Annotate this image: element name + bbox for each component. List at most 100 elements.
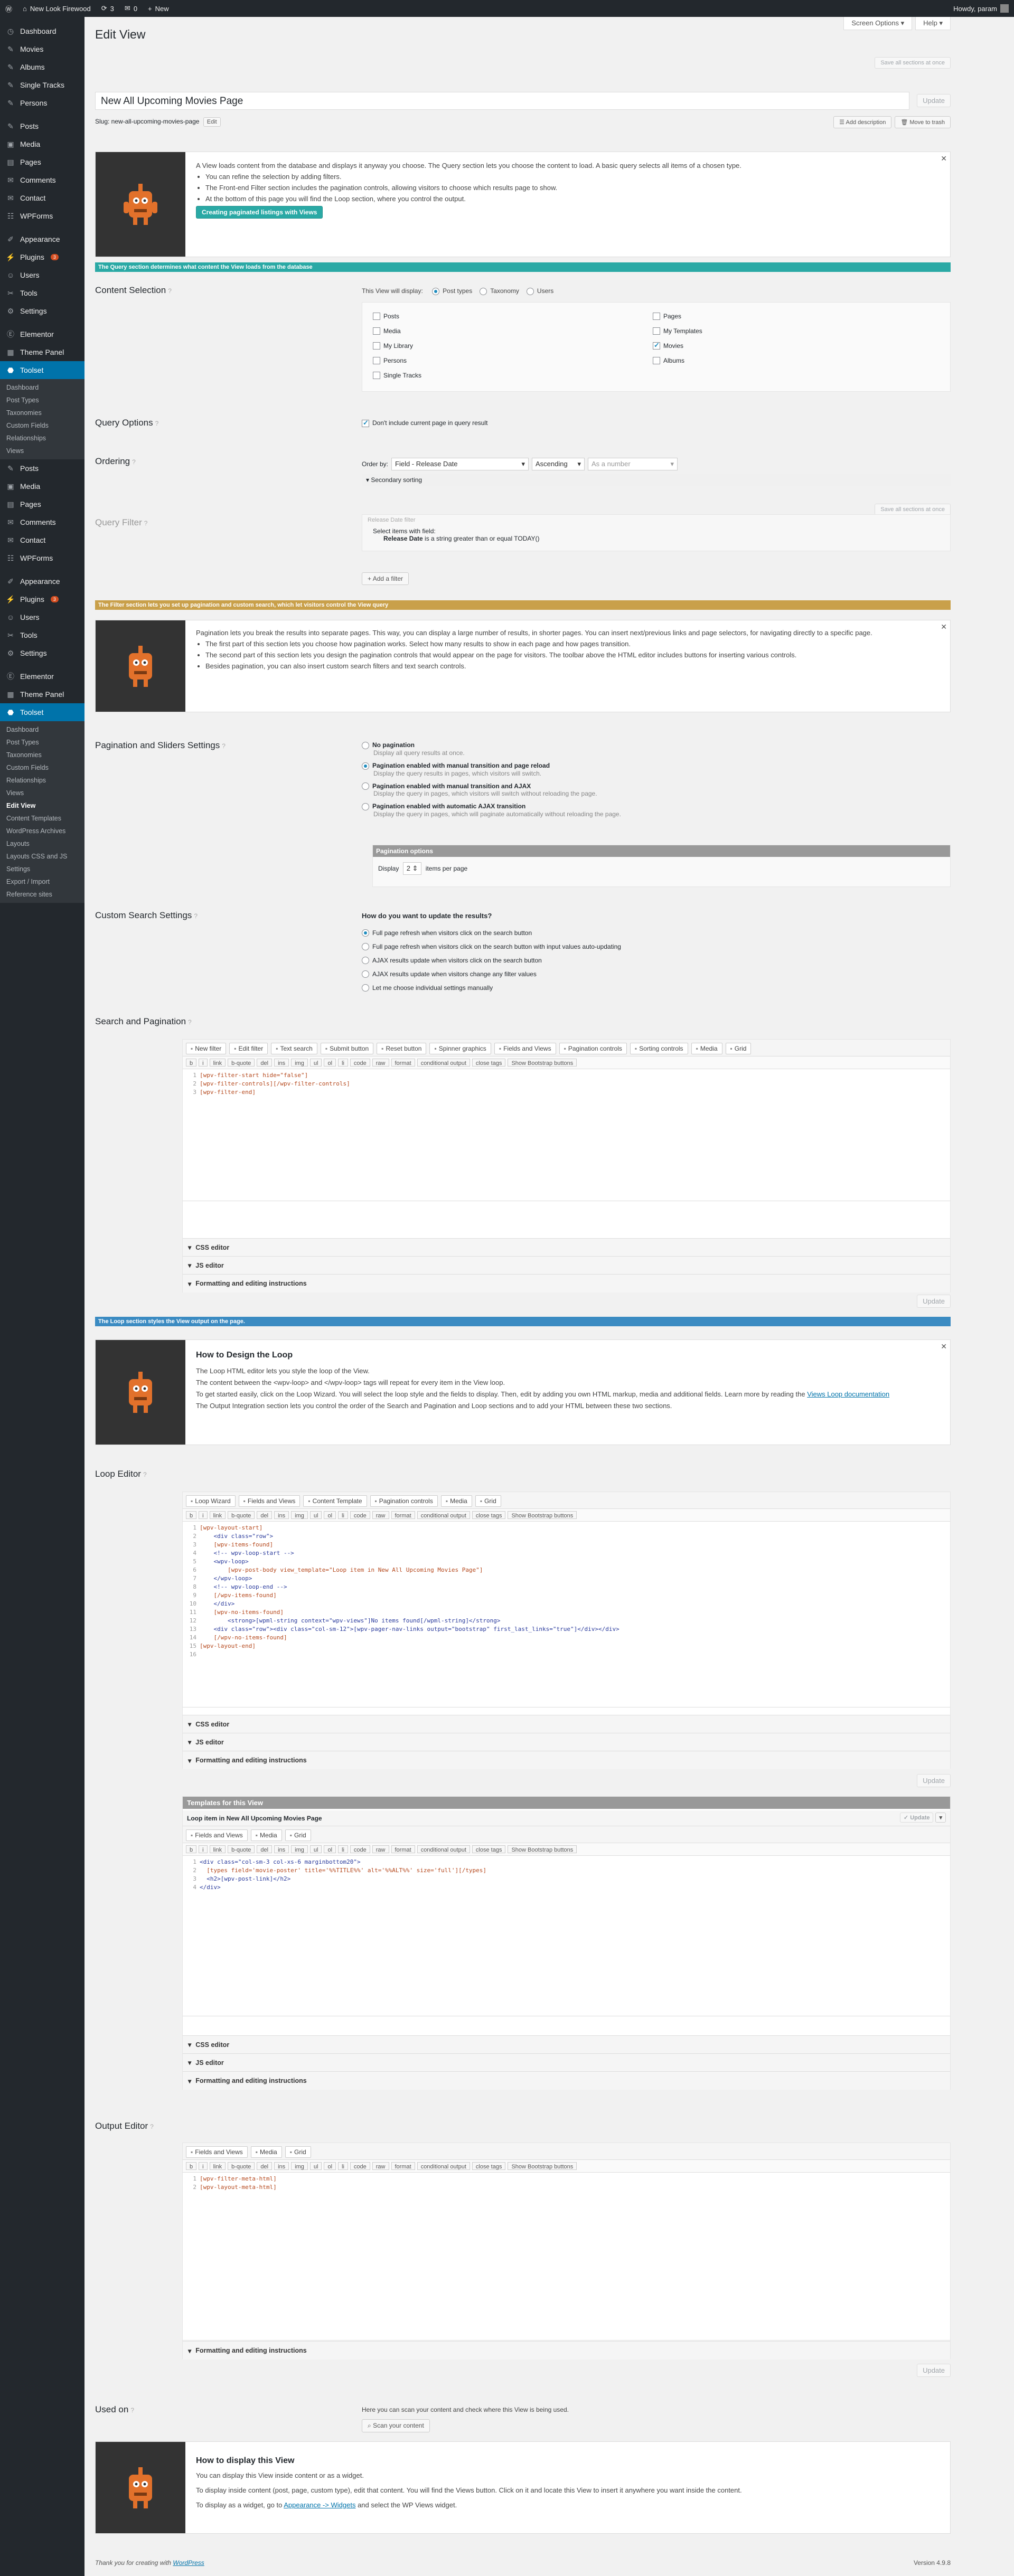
quicktag-button[interactable]: ol [324,1511,336,1519]
quicktag-button[interactable]: li [338,1511,348,1519]
quicktag-button[interactable]: close tags [472,1511,506,1519]
menu-item-posts[interactable]: ✎ Posts [0,459,84,477]
quicktag-button[interactable]: raw [372,1511,389,1519]
save-all-button[interactable]: Save all sections at once [875,57,951,69]
js-editor-toggle[interactable]: ▾ JS editor [183,1733,950,1751]
toolbar-button-content-template[interactable]: ▪ Content Template [303,1495,367,1507]
quicktag-button[interactable]: ol [324,2162,336,2170]
search-update-option[interactable]: Let me choose individual settings manual… [362,981,621,995]
toolbar-button-fields-and-views[interactable]: ▪ Fields and Views [186,1829,248,1841]
toolbar-button-grid[interactable]: ▪ Grid [725,1043,752,1054]
post-type-checkbox[interactable]: Movies [653,338,702,353]
search-update-option[interactable]: Full page refresh when visitors click on… [362,940,621,954]
submenu-item-taxonomies[interactable]: Taxonomies [0,749,84,761]
submenu-item-layouts-css-and-js[interactable]: Layouts CSS and JS [0,850,84,863]
quicktag-button[interactable]: conditional output [417,1059,470,1067]
menu-item-theme-panel[interactable]: ▦ Theme Panel [0,685,84,703]
quicktag-button[interactable]: close tags [472,1059,506,1067]
filter-html-editor[interactable]: 1 [wpv-filter-start hide="false"] 2 [wpv-fi… [183,1069,950,1201]
close-icon[interactable]: ✕ [941,154,947,163]
menu-item-contact[interactable]: ✉ Contact [0,531,84,549]
quicktag-button[interactable]: raw [372,2162,389,2170]
help-button[interactable]: Help ▾ [915,17,951,30]
filter-update-button[interactable]: Update [917,1295,951,1308]
view-title-input[interactable]: New All Upcoming Movies Page [95,92,909,110]
toolbar-button-spinner-graphics[interactable]: ▪ Spinner graphics [429,1043,491,1054]
add-description-button[interactable]: ☰ Add description [833,116,892,128]
quicktag-button[interactable]: link [209,1511,226,1519]
formatting-toggle[interactable]: ▾ Formatting and editing instructions [183,2071,950,2090]
quicktag-button[interactable]: i [199,1511,208,1519]
menu-item-media[interactable]: ▣ Media [0,135,84,153]
close-icon[interactable]: ✕ [941,1342,947,1351]
menu-item-theme-panel[interactable]: ▦ Theme Panel [0,343,84,361]
quicktag-button[interactable]: b-quote [228,1511,255,1519]
toolbar-button-grid[interactable]: ▪ Grid [285,2146,311,2158]
widgets-link[interactable]: Appearance -> Widgets [284,2501,355,2509]
quicktag-button[interactable]: ins [274,1845,289,1853]
menu-item-pages[interactable]: ▤ Pages [0,153,84,171]
submenu-item-dashboard[interactable]: Dashboard [0,381,84,394]
formatting-toggle[interactable]: ▾ Formatting and editing instructions [183,1274,950,1292]
quicktag-button[interactable]: format [391,2162,415,2170]
quicktag-button[interactable]: b [186,1059,197,1067]
quicktag-button[interactable]: code [350,1511,370,1519]
toolbar-button-sorting-controls[interactable]: ▪ Sorting controls [630,1043,688,1054]
output-update-button[interactable]: Update [917,2364,951,2377]
quicktag-button[interactable]: Show Bootstrap buttons [508,1511,577,1519]
quicktag-button[interactable]: link [209,2162,226,2170]
toolbar-button-submit-button[interactable]: ▪ Submit button [320,1043,374,1054]
toolbar-button-pagination-controls[interactable]: ▪ Pagination controls [370,1495,438,1507]
submenu-item-dashboard[interactable]: Dashboard [0,723,84,736]
menu-item-comments[interactable]: ✉ Comments [0,171,84,189]
toolbar-button-grid[interactable]: ▪ Grid [475,1495,501,1507]
items-per-page-select[interactable]: 2 ⇕ [402,862,422,875]
toolbar-button-media[interactable]: ▪ Media [250,2146,282,2158]
quicktag-button[interactable]: ins [274,2162,289,2170]
mode-radio-post-types[interactable]: Post types [432,287,472,295]
toolbar-button-media[interactable]: ▪ Media [440,1495,472,1507]
quicktag-button[interactable]: b-quote [228,1845,255,1853]
css-editor-toggle[interactable]: ▾ CSS editor [183,1715,950,1733]
menu-item-media[interactable]: ▣ Media [0,477,84,495]
quicktag-button[interactable]: Show Bootstrap buttons [508,1059,577,1067]
post-type-checkbox[interactable]: Posts [373,309,421,324]
quicktag-button[interactable]: Show Bootstrap buttons [508,1845,577,1853]
quicktag-button[interactable]: li [338,1059,348,1067]
quicktag-button[interactable]: i [199,1845,208,1853]
quicktag-button[interactable]: ul [309,2162,322,2170]
quicktag-button[interactable]: del [257,2162,273,2170]
quicktag-button[interactable]: b [186,1511,197,1519]
quicktag-button[interactable]: ol [324,1845,336,1853]
move-trash-button[interactable]: 🗑 Move to trash [895,116,951,128]
account-link[interactable]: Howdy, param [948,0,1014,17]
menu-item-single-tracks[interactable]: ✎ Single Tracks [0,76,84,94]
menu-item-users[interactable]: ☺ Users [0,266,84,284]
submenu-item-post-types[interactable]: Post Types [0,736,84,749]
menu-item-albums[interactable]: ✎ Albums [0,58,84,76]
quicktag-button[interactable]: ul [309,1059,322,1067]
menu-item-tools[interactable]: ✂ Tools [0,284,84,302]
menu-item-contact[interactable]: ✉ Contact [0,189,84,207]
quicktag-button[interactable]: conditional output [417,1845,470,1853]
quicktag-button[interactable]: img [291,2162,308,2170]
submenu-item-custom-fields[interactable]: Custom Fields [0,761,84,774]
toolbar-button-grid[interactable]: ▪ Grid [285,1829,311,1841]
menu-item-movies[interactable]: ✎ Movies [0,40,84,58]
quicktag-button[interactable]: ol [324,1059,336,1067]
submenu-item-edit-view[interactable]: Edit View [0,799,84,812]
js-editor-toggle[interactable]: ▾ JS editor [183,1256,950,1274]
search-update-option[interactable]: AJAX results update when visitors click … [362,954,621,967]
scan-content-button[interactable]: ⌕ Scan your content [362,2419,430,2432]
toolbar-button-pagination-controls[interactable]: ▪ Pagination controls [559,1043,627,1054]
quicktag-button[interactable]: i [199,2162,208,2170]
quicktag-button[interactable]: li [338,1845,348,1853]
quicktag-button[interactable]: ins [274,1511,289,1519]
template-update-button[interactable]: ✓ Update [899,1813,934,1823]
new-content-link[interactable]: + New [143,0,174,17]
quicktag-button[interactable]: del [257,1845,273,1853]
submenu-item-layouts[interactable]: Layouts [0,837,84,850]
submenu-item-views[interactable]: Views [0,445,84,457]
filter-save-all-button[interactable]: Save all sections at once [875,504,951,515]
toolbar-button-edit-filter[interactable]: ▪ Edit filter [229,1043,268,1054]
